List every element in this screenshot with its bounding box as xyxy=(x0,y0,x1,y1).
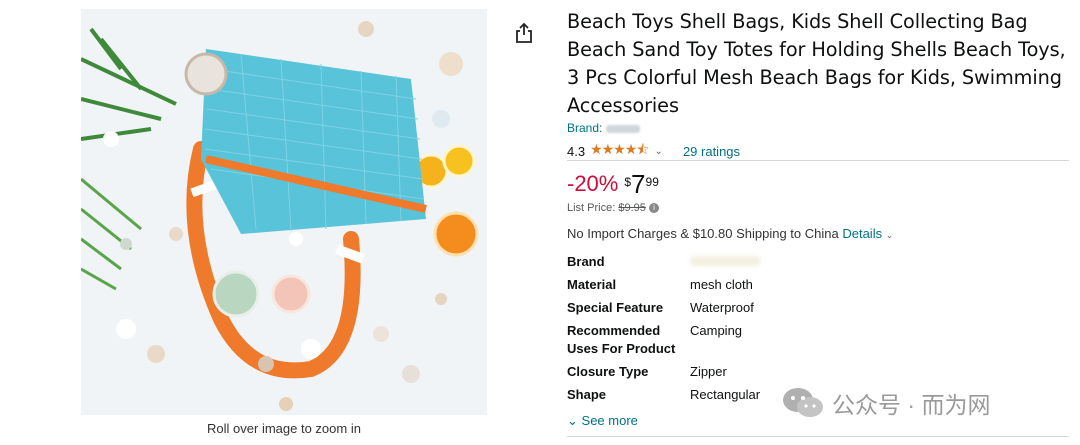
spec-value: Rectangular xyxy=(690,387,761,402)
chevron-down-icon[interactable]: ⌄ xyxy=(655,146,663,157)
shipping-details-link[interactable]: Details xyxy=(842,226,882,241)
divider xyxy=(567,160,1069,161)
wechat-logo-icon xyxy=(783,388,823,417)
share-icon[interactable] xyxy=(513,22,535,44)
spec-row: Closure Type Zipper xyxy=(567,363,760,386)
spec-value: Camping xyxy=(690,323,743,338)
price-block: -20% $ 7 99 xyxy=(567,170,659,198)
spec-row: Material mesh cloth xyxy=(567,276,760,299)
price-whole: 7 xyxy=(631,169,646,199)
spec-key: Closure Type xyxy=(567,364,649,379)
spec-row: Brand xyxy=(567,253,760,276)
beach-bag-illustration xyxy=(81,9,487,415)
discount-badge: -20% xyxy=(567,171,619,196)
chevron-down-icon[interactable]: ⌄ xyxy=(886,230,894,240)
spec-key: Material xyxy=(567,277,617,292)
spec-value-blurred xyxy=(690,253,760,276)
see-more-link[interactable]: ⌄ See more xyxy=(567,413,638,429)
spec-key: Recommended Uses For Product xyxy=(567,323,676,356)
watermark-text: 公众号 · 而为网 xyxy=(832,392,991,418)
spec-row: Shape Rectangular xyxy=(567,386,760,409)
ratings-count-link[interactable]: 29 ratings xyxy=(683,144,740,159)
info-icon[interactable]: i xyxy=(648,203,659,214)
divider xyxy=(567,436,1069,437)
see-more-label: See more xyxy=(581,413,638,428)
rating-value: 4.3 xyxy=(567,143,586,159)
list-price-value: $9.95 xyxy=(618,202,646,214)
current-price: $ 7 99 xyxy=(624,170,659,198)
spec-row: Recommended Uses For Product Camping xyxy=(567,322,760,363)
product-spec-table: Brand Material mesh cloth Special Featur… xyxy=(567,253,760,409)
spec-row: Special Feature Waterproof xyxy=(567,299,760,322)
spec-key: Shape xyxy=(567,387,607,402)
brand-label: Brand: xyxy=(567,121,603,135)
zoom-hint: Roll over image to zoom in xyxy=(207,421,361,436)
watermark: 公众号 · 而为网 xyxy=(782,386,990,420)
price-fraction: 99 xyxy=(645,175,659,189)
shipping-text: No Import Charges & $10.80 Shipping to C… xyxy=(567,226,839,241)
spec-value: Zipper xyxy=(690,364,727,379)
brand-link[interactable]: Brand: xyxy=(567,121,640,135)
spec-value: mesh cloth xyxy=(690,277,753,292)
list-price-label: List Price: xyxy=(567,202,616,214)
spec-key: Special Feature xyxy=(567,300,664,315)
chevron-down-icon: ⌄ xyxy=(567,413,578,428)
shipping-info: No Import Charges & $10.80 Shipping to C… xyxy=(567,226,893,241)
brand-blurred-name xyxy=(605,124,640,133)
spec-value: Waterproof xyxy=(690,300,754,315)
product-title: Beach Toys Shell Bags, Kids Shell Collec… xyxy=(567,10,1066,117)
price-currency: $ xyxy=(624,175,632,189)
product-image[interactable] xyxy=(81,9,487,415)
list-price: List Price: $9.95 i xyxy=(567,202,659,214)
spec-key: Brand xyxy=(567,254,605,269)
